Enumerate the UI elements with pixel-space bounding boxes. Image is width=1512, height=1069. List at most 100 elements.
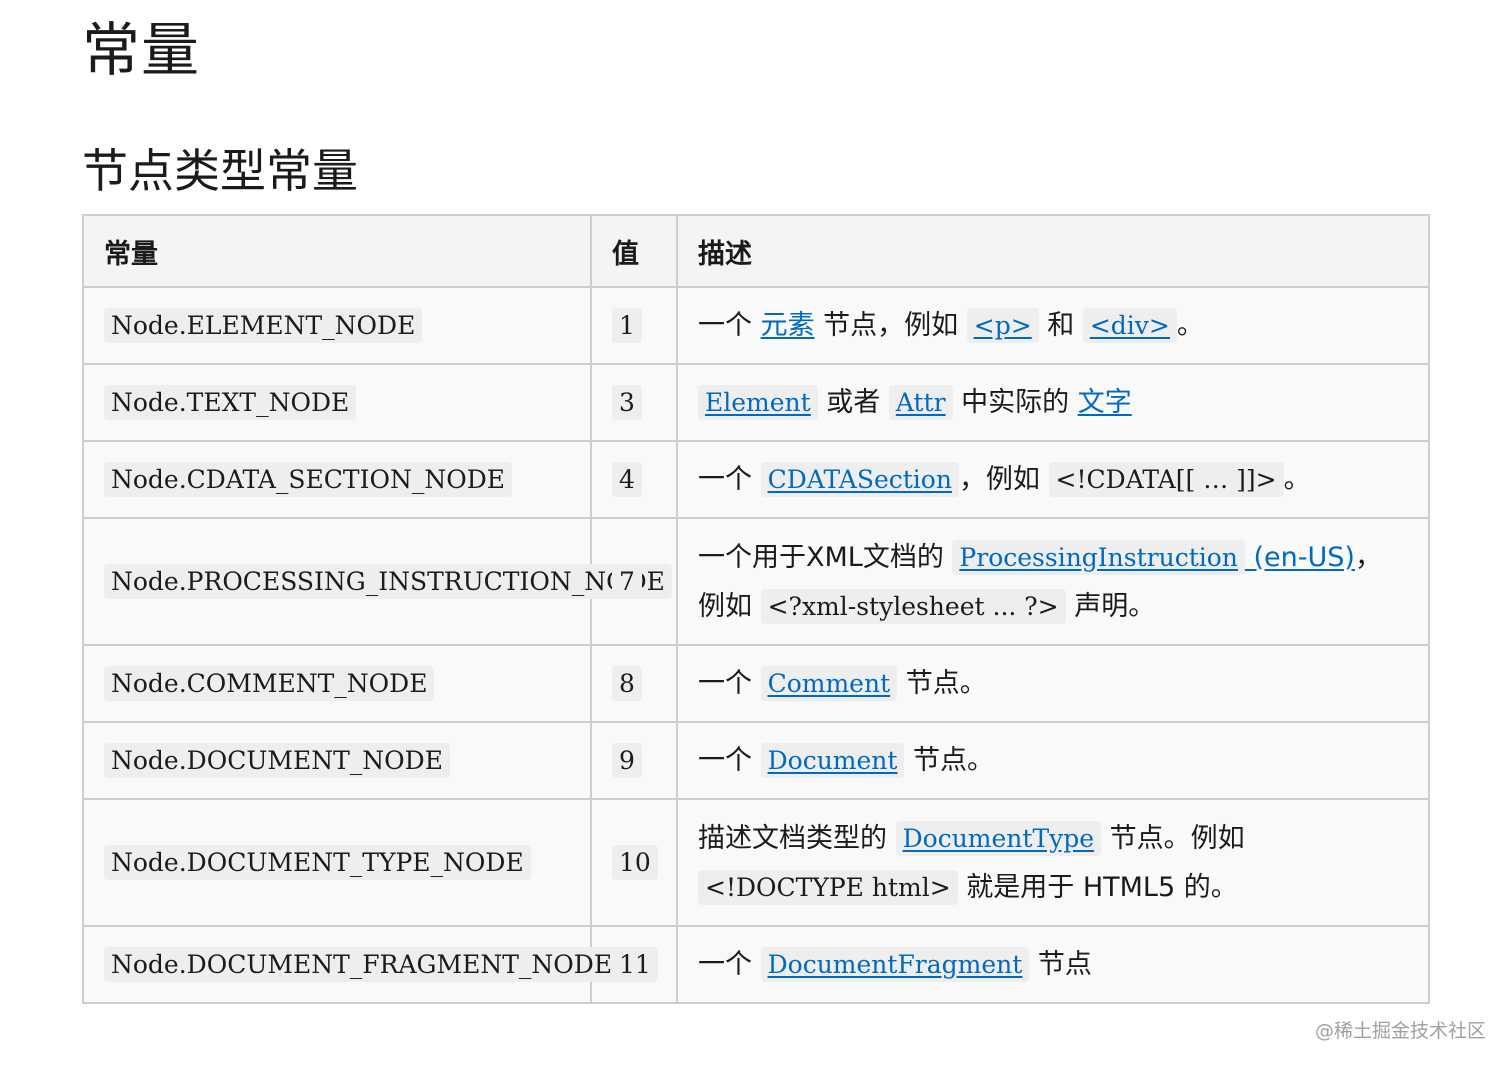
- constant-value: 7: [612, 564, 642, 599]
- section-title: 节点类型常量: [82, 144, 358, 198]
- table-row: Node.TEXT_NODE 3 Element 或者 Attr 中实际的 文字: [82, 363, 1430, 442]
- constant-cell: Node.PROCESSING_INSTRUCTION_NODE: [82, 517, 672, 646]
- description-text: 和: [1038, 310, 1083, 341]
- table-row: Node.CDATA_SECTION_NODE 4 一个 CDATASection，…: [82, 440, 1430, 519]
- api-reference-code: ProcessingInstruction: [952, 539, 1245, 575]
- header-description: 描述: [676, 214, 1430, 288]
- table-row: Node.COMMENT_NODE 8 一个 Comment 节点。: [82, 644, 1430, 723]
- api-reference-link[interactable]: Element: [698, 385, 818, 420]
- constant-value: 4: [612, 462, 642, 497]
- description-cell: 描述文档类型的 DocumentType 节点。例如 <!DOCTYPE htm…: [676, 798, 1430, 927]
- header-constant: 常量: [82, 214, 592, 288]
- description-link[interactable]: 文字: [1078, 387, 1132, 418]
- description-text: 描述文档类型的: [698, 822, 896, 854]
- description-link[interactable]: 元素: [761, 310, 815, 341]
- api-reference-link[interactable]: DocumentType: [895, 820, 1102, 856]
- description-text: 一个: [698, 668, 761, 699]
- description-text: 。: [1176, 310, 1204, 341]
- constant-name: Node.PROCESSING_INSTRUCTION_NODE: [104, 564, 672, 599]
- api-reference-code: <div>: [1082, 308, 1177, 343]
- constant-name: Node.DOCUMENT_NODE: [104, 743, 450, 778]
- table-row: Node.PROCESSING_INSTRUCTION_NODE 7 一个用于XML…: [82, 517, 1430, 646]
- description-text: 。: [1283, 464, 1311, 495]
- inline-code: <!CDATA[[ … ]]>: [1048, 462, 1284, 497]
- constant-value: 1: [612, 308, 642, 343]
- api-reference-link[interactable]: <p>: [966, 308, 1039, 343]
- api-reference-code: Comment: [760, 666, 898, 701]
- value-cell: 10: [590, 798, 678, 927]
- value-cell: 4: [590, 440, 678, 519]
- api-reference-link[interactable]: ProcessingInstruction: [952, 539, 1245, 575]
- api-reference-link[interactable]: DocumentFragment: [760, 947, 1030, 982]
- description-cell: 一个 DocumentFragment 节点: [676, 925, 1430, 1004]
- description-link[interactable]: (en-US): [1245, 542, 1354, 573]
- value-cell: 3: [590, 363, 678, 442]
- constant-cell: Node.ELEMENT_NODE: [82, 286, 592, 365]
- constant-cell: Node.COMMENT_NODE: [82, 644, 592, 723]
- api-reference-code: <p>: [966, 308, 1039, 343]
- description-text: 节点。例如: [1101, 822, 1245, 854]
- api-reference-code: Attr: [888, 385, 953, 420]
- table-header-row: 常量 值 描述: [82, 214, 1430, 288]
- api-reference-link[interactable]: Comment: [760, 666, 898, 701]
- constant-cell: Node.DOCUMENT_NODE: [82, 721, 592, 800]
- description-text: 节点。: [904, 745, 995, 776]
- table-row: Node.DOCUMENT_NODE 9 一个 Document 节点。: [82, 721, 1430, 800]
- description-text: 一个: [698, 745, 761, 776]
- constant-name: Node.DOCUMENT_TYPE_NODE: [104, 845, 531, 880]
- constant-name: Node.ELEMENT_NODE: [104, 308, 423, 343]
- constant-value: 3: [612, 385, 642, 420]
- constant-value: 8: [612, 666, 642, 701]
- description-text: 一个用于XML文档的: [698, 541, 953, 573]
- description-text: 或者: [817, 387, 889, 418]
- constant-name: Node.DOCUMENT_FRAGMENT_NODE: [104, 947, 620, 982]
- description-text: 一个: [698, 310, 761, 341]
- description-cell: 一个 元素 节点，例如 <p> 和 <div>。: [676, 286, 1430, 365]
- constant-name: Node.TEXT_NODE: [104, 385, 357, 420]
- api-reference-link[interactable]: Attr: [888, 385, 953, 420]
- description-text: 节点。: [897, 668, 987, 699]
- description-text: ，例如: [958, 464, 1049, 495]
- constant-cell: Node.DOCUMENT_TYPE_NODE: [82, 798, 592, 927]
- description-cell: 一个 CDATASection ，例如 <!CDATA[[ … ]]>。: [676, 440, 1430, 519]
- constant-name: Node.CDATA_SECTION_NODE: [104, 462, 512, 497]
- api-reference-code: Document: [760, 743, 905, 778]
- description-text: 声明。: [1065, 590, 1156, 622]
- constant-name: Node.COMMENT_NODE: [104, 666, 435, 701]
- inline-code: <?xml-stylesheet ... ?>: [760, 588, 1066, 624]
- header-value: 值: [590, 214, 678, 288]
- api-reference-code: DocumentType: [895, 820, 1102, 856]
- api-reference-link[interactable]: CDATASection: [760, 462, 959, 497]
- description-text: 节点: [1029, 949, 1092, 980]
- api-reference-link[interactable]: <div>: [1082, 308, 1177, 343]
- api-reference-link[interactable]: Document: [760, 743, 905, 778]
- api-reference-code: DocumentFragment: [760, 947, 1030, 982]
- node-type-constants-table: 常量 值 描述 Node.ELEMENT_NODE 1 一个 元素 节点，例如 <p…: [82, 214, 1430, 1004]
- page-title: 常量: [82, 16, 201, 84]
- description-text: 中实际的: [952, 387, 1078, 418]
- watermark: @稀土掘金技术社区: [1314, 1020, 1486, 1042]
- constant-cell: Node.TEXT_NODE: [82, 363, 592, 442]
- constant-cell: Node.DOCUMENT_FRAGMENT_NODE: [82, 925, 620, 1004]
- constant-cell: Node.CDATA_SECTION_NODE: [82, 440, 592, 519]
- value-cell: 1: [590, 286, 678, 365]
- description-cell: 一个用于XML文档的 ProcessingInstruction (en-US)…: [676, 517, 1430, 646]
- description-text: 就是用于 HTML5 的。: [957, 871, 1238, 903]
- value-cell: 9: [590, 721, 678, 800]
- api-reference-code: Element: [698, 385, 818, 420]
- constant-value: 11: [612, 947, 658, 982]
- constant-value: 9: [612, 743, 642, 778]
- description-text: 节点，例如: [814, 310, 967, 341]
- constant-value: 10: [612, 845, 658, 880]
- api-reference-code: CDATASection: [760, 462, 959, 497]
- description-cell: 一个 Document 节点。: [676, 721, 1430, 800]
- inline-code: <!DOCTYPE html>: [698, 869, 958, 905]
- description-cell: 一个 Comment 节点。: [676, 644, 1430, 723]
- table-row: Node.DOCUMENT_FRAGMENT_NODE 11 一个 Document…: [82, 925, 1430, 1004]
- table-row: Node.ELEMENT_NODE 1 一个 元素 节点，例如 <p> 和 <div…: [82, 286, 1430, 365]
- description-cell: Element 或者 Attr 中实际的 文字: [676, 363, 1430, 442]
- table-row: Node.DOCUMENT_TYPE_NODE 10 描述文档类型的 Documen…: [82, 798, 1430, 927]
- description-text: 一个: [698, 464, 761, 495]
- value-cell: 8: [590, 644, 678, 723]
- description-text: 一个: [698, 949, 761, 980]
